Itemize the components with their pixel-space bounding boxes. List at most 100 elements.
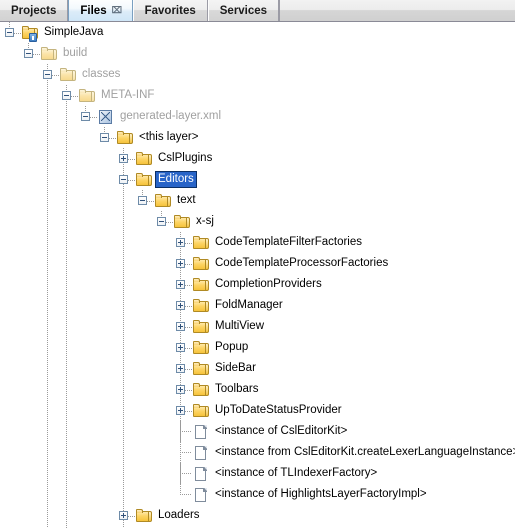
- tree-leaf-connector: [176, 484, 193, 505]
- expand-toggle[interactable]: [176, 364, 185, 373]
- folder-icon: [193, 235, 209, 251]
- close-icon[interactable]: ⌧: [112, 6, 122, 15]
- tree-row[interactable]: CodeTemplateFilterFactories: [0, 232, 515, 253]
- document-icon: [193, 424, 209, 440]
- folder-icon: [193, 298, 209, 314]
- tree-node-label[interactable]: <instance of CslEditorKit>: [213, 424, 349, 439]
- tree-row[interactable]: UpToDateStatusProvider: [0, 400, 515, 421]
- tree-connector: [185, 347, 193, 349]
- collapse-toggle[interactable]: [119, 175, 128, 184]
- expand-toggle[interactable]: [176, 322, 185, 331]
- tree-row[interactable]: <instance of HighlightsLayerFactoryImpl>: [0, 484, 515, 505]
- folder-icon: [193, 382, 209, 398]
- tree-connector: [166, 221, 174, 223]
- tree-row[interactable]: Loaders: [0, 505, 515, 526]
- tree-node-label[interactable]: MultiView: [213, 319, 266, 334]
- tree-row[interactable]: CodeTemplateProcessorFactories: [0, 253, 515, 274]
- collapse-toggle[interactable]: [62, 91, 71, 100]
- tree-node-label[interactable]: FoldManager: [213, 298, 285, 313]
- tree-row[interactable]: <instance from CslEditorKit.createLexerL…: [0, 442, 515, 463]
- tree-row[interactable]: META-INF: [0, 85, 515, 106]
- folder-icon: [136, 508, 152, 524]
- tree-node-label[interactable]: <instance from CslEditorKit.createLexerL…: [213, 445, 515, 460]
- file-tree[interactable]: SimpleJava build classes META-INF generated-…: [0, 22, 515, 528]
- tree-row[interactable]: Toolbars: [0, 379, 515, 400]
- expand-toggle[interactable]: [176, 259, 185, 268]
- tree-connector: [33, 53, 41, 55]
- tree-row[interactable]: CompletionProviders: [0, 274, 515, 295]
- expand-toggle[interactable]: [119, 511, 128, 520]
- tab-label: Favorites: [144, 4, 196, 17]
- tree-node-label[interactable]: CodeTemplateProcessorFactories: [213, 256, 390, 271]
- tree-node-label[interactable]: build: [61, 46, 89, 61]
- collapse-toggle[interactable]: [81, 112, 90, 121]
- tree-node-label[interactable]: Popup: [213, 340, 250, 355]
- tree-node-label[interactable]: SimpleJava: [42, 25, 105, 40]
- tree-row[interactable]: text: [0, 190, 515, 211]
- tree-row[interactable]: SimpleJava: [0, 22, 515, 43]
- folder-icon: [193, 403, 209, 419]
- document-icon: [193, 487, 209, 503]
- folder-icon: [60, 67, 76, 83]
- tree-node-label[interactable]: SideBar: [213, 361, 258, 376]
- tab-services[interactable]: Services: [207, 0, 280, 21]
- tree-node-label[interactable]: Editors: [155, 171, 197, 188]
- tab-favorites[interactable]: Favorites: [132, 0, 208, 21]
- tab-projects[interactable]: Projects: [0, 0, 69, 21]
- tree-node-label[interactable]: text: [175, 193, 198, 208]
- tree-node-label[interactable]: <instance of HighlightsLayerFactoryImpl>: [213, 487, 429, 502]
- expand-toggle[interactable]: [119, 154, 128, 163]
- tab-files[interactable]: Files ⌧: [68, 0, 133, 21]
- tree-node-label[interactable]: classes: [80, 67, 122, 82]
- xml-file-icon: [98, 109, 114, 125]
- folder-icon: [41, 46, 57, 62]
- tree-connector: [147, 200, 155, 202]
- tree-connector: [185, 242, 193, 244]
- tree-row[interactable]: MultiView: [0, 316, 515, 337]
- tree-row[interactable]: generated-layer.xml: [0, 106, 515, 127]
- tree-node-label[interactable]: CslPlugins: [156, 151, 214, 166]
- tree-row[interactable]: <instance of CslEditorKit>: [0, 421, 515, 442]
- tree-node-label[interactable]: UpToDateStatusProvider: [213, 403, 344, 418]
- expand-toggle[interactable]: [176, 280, 185, 289]
- tree-leaf-connector: [176, 421, 193, 442]
- tree-row[interactable]: FoldManager: [0, 295, 515, 316]
- tree-row[interactable]: SideBar: [0, 358, 515, 379]
- collapse-toggle[interactable]: [43, 70, 52, 79]
- tree-row[interactable]: CslPlugins: [0, 148, 515, 169]
- tree-node-label[interactable]: META-INF: [99, 88, 156, 103]
- tree-connector: [128, 179, 136, 181]
- tree-node-label[interactable]: <this layer>: [137, 130, 200, 145]
- tree-node-label[interactable]: Toolbars: [213, 382, 260, 397]
- tree-node-label[interactable]: generated-layer.xml: [118, 109, 223, 124]
- collapse-toggle[interactable]: [157, 217, 166, 226]
- tree-node-label[interactable]: CodeTemplateFilterFactories: [213, 235, 364, 250]
- expand-toggle[interactable]: [176, 385, 185, 394]
- tree-row[interactable]: x-sj: [0, 211, 515, 232]
- collapse-toggle[interactable]: [100, 133, 109, 142]
- expand-toggle[interactable]: [176, 343, 185, 352]
- tree-row[interactable]: classes: [0, 64, 515, 85]
- collapse-toggle[interactable]: [138, 196, 147, 205]
- tree-row[interactable]: Popup: [0, 337, 515, 358]
- collapse-toggle[interactable]: [5, 28, 14, 37]
- collapse-toggle[interactable]: [24, 49, 33, 58]
- tree-connector: [90, 116, 98, 118]
- tree-node-label[interactable]: CompletionProviders: [213, 277, 324, 292]
- tree-node-label[interactable]: <instance of TLIndexerFactory>: [213, 466, 379, 481]
- tree-connector: [185, 389, 193, 391]
- tree-row[interactable]: <this layer>: [0, 127, 515, 148]
- tree-connector: [52, 74, 60, 76]
- tree-connector: [185, 368, 193, 370]
- folder-icon: [193, 277, 209, 293]
- expand-toggle[interactable]: [176, 406, 185, 415]
- tab-bar: Projects Files ⌧ Favorites Services: [0, 0, 515, 22]
- tree-row[interactable]: <instance of TLIndexerFactory>: [0, 463, 515, 484]
- tree-row[interactable]: build: [0, 43, 515, 64]
- tree-node-label[interactable]: x-sj: [194, 214, 216, 229]
- expand-toggle[interactable]: [176, 301, 185, 310]
- tree-node-label[interactable]: Loaders: [156, 508, 202, 523]
- tree-row[interactable]: Editors: [0, 169, 515, 190]
- tree-connector: [128, 158, 136, 160]
- expand-toggle[interactable]: [176, 238, 185, 247]
